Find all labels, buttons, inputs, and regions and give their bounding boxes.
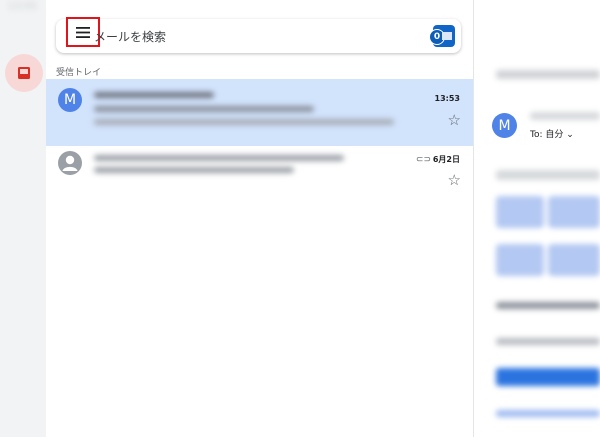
envelope-icon	[442, 32, 452, 40]
search-bar[interactable]: メールを検索 0	[56, 17, 461, 53]
star-icon[interactable]: ☆	[448, 173, 461, 188]
status-bar-time: 13:55	[8, 1, 37, 12]
person-icon	[62, 155, 78, 171]
message-time: 13:53	[434, 94, 460, 103]
sender-avatar[interactable]: M	[58, 88, 82, 112]
inbox-nav-button[interactable]	[5, 54, 43, 92]
hamburger-menu-icon	[76, 26, 90, 38]
recipient-line[interactable]: To: 自分 ⌄	[530, 127, 574, 140]
inbox-icon	[18, 67, 30, 79]
search-input[interactable]: メールを検索	[94, 28, 166, 45]
message-time: 6月2日	[432, 155, 460, 164]
sender-avatar[interactable]: M	[492, 113, 517, 138]
folder-label: 受信トレイ	[56, 68, 102, 78]
message-row[interactable]: M 13:53 ☆	[46, 79, 473, 146]
attachment-icon: ⊂⊃	[415, 155, 431, 165]
star-icon[interactable]: ☆	[448, 113, 461, 128]
sender-avatar[interactable]	[58, 151, 82, 175]
message-list-panel: メールを検索 0 受信トレイ M 13:53 ☆ ⊂⊃ 6月2日 ☆	[46, 0, 474, 437]
message-row[interactable]: ⊂⊃ 6月2日 ☆	[46, 146, 473, 204]
reading-pane: M To: 自分 ⌄	[474, 0, 600, 437]
account-switcher-button[interactable]: 0	[429, 25, 455, 47]
